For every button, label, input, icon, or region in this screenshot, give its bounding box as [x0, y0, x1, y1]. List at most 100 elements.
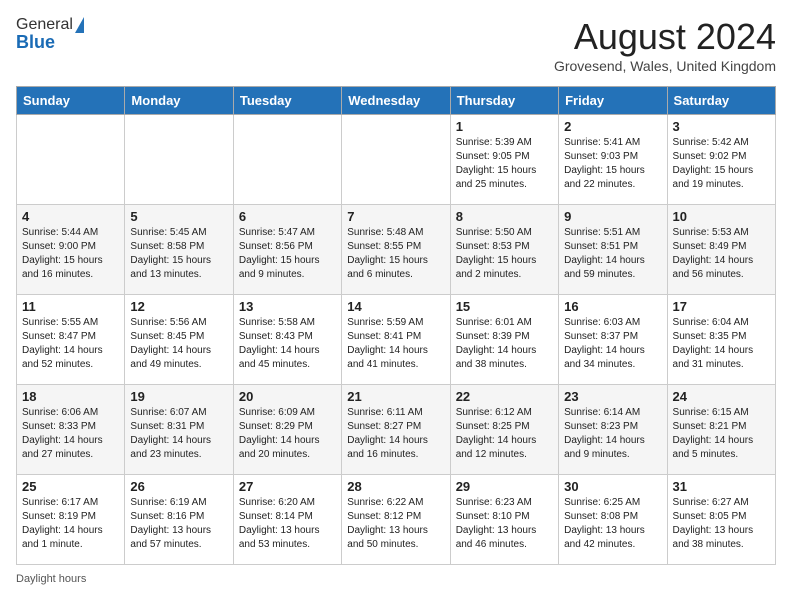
calendar-table: SundayMondayTuesdayWednesdayThursdayFrid… [16, 86, 776, 565]
day-info: Sunrise: 5:48 AM Sunset: 8:55 PM Dayligh… [347, 226, 444, 282]
day-number: 12 [130, 299, 227, 314]
calendar-week-5: 25 Sunrise: 6:17 AM Sunset: 8:19 PM Dayli… [17, 475, 776, 565]
weekday-header-sunday: Sunday [17, 87, 125, 115]
day-number: 24 [673, 389, 770, 404]
day-number: 11 [22, 299, 119, 314]
day-info: Sunrise: 5:59 AM Sunset: 8:41 PM Dayligh… [347, 316, 444, 372]
day-info: Sunrise: 5:55 AM Sunset: 8:47 PM Dayligh… [22, 316, 119, 372]
calendar-cell [233, 115, 341, 205]
weekday-header-monday: Monday [125, 87, 233, 115]
day-number: 22 [456, 389, 553, 404]
day-number: 21 [347, 389, 444, 404]
calendar-cell: 9 Sunrise: 5:51 AM Sunset: 8:51 PM Daylig… [559, 205, 667, 295]
day-number: 19 [130, 389, 227, 404]
day-number: 23 [564, 389, 661, 404]
day-info: Sunrise: 6:22 AM Sunset: 8:12 PM Dayligh… [347, 496, 444, 552]
day-info: Sunrise: 5:58 AM Sunset: 8:43 PM Dayligh… [239, 316, 336, 372]
calendar-cell: 2 Sunrise: 5:41 AM Sunset: 9:03 PM Daylig… [559, 115, 667, 205]
day-number: 2 [564, 119, 661, 134]
calendar-cell: 28 Sunrise: 6:22 AM Sunset: 8:12 PM Dayli… [342, 475, 450, 565]
calendar-cell [342, 115, 450, 205]
day-info: Sunrise: 5:44 AM Sunset: 9:00 PM Dayligh… [22, 226, 119, 282]
calendar-cell: 23 Sunrise: 6:14 AM Sunset: 8:23 PM Dayli… [559, 385, 667, 475]
weekday-header-thursday: Thursday [450, 87, 558, 115]
day-number: 31 [673, 479, 770, 494]
day-info: Sunrise: 5:51 AM Sunset: 8:51 PM Dayligh… [564, 226, 661, 282]
calendar-cell [125, 115, 233, 205]
weekday-header-row: SundayMondayTuesdayWednesdayThursdayFrid… [17, 87, 776, 115]
day-number: 15 [456, 299, 553, 314]
calendar-cell: 6Sunrise: 5:47 AM Sunset: 8:56 PM Daylig… [233, 205, 341, 295]
calendar-cell: 18 Sunrise: 6:06 AM Sunset: 8:33 PM Dayli… [17, 385, 125, 475]
day-number: 20 [239, 389, 336, 404]
calendar-cell: 26 Sunrise: 6:19 AM Sunset: 8:16 PM Dayli… [125, 475, 233, 565]
calendar-cell: 24Sunrise: 6:15 AM Sunset: 8:21 PM Dayli… [667, 385, 775, 475]
day-info: Sunrise: 6:03 AM Sunset: 8:37 PM Dayligh… [564, 316, 661, 372]
day-number: 29 [456, 479, 553, 494]
day-number: 14 [347, 299, 444, 314]
calendar-cell: 19 Sunrise: 6:07 AM Sunset: 8:31 PM Dayli… [125, 385, 233, 475]
day-info: Sunrise: 6:04 AM Sunset: 8:35 PM Dayligh… [673, 316, 770, 372]
day-info: Sunrise: 5:45 AM Sunset: 8:58 PM Dayligh… [130, 226, 227, 282]
day-info: Sunrise: 5:50 AM Sunset: 8:53 PM Dayligh… [456, 226, 553, 282]
day-info: Sunrise: 6:27 AM Sunset: 8:05 PM Dayligh… [673, 496, 770, 552]
day-number: 3 [673, 119, 770, 134]
calendar-cell: 10 Sunrise: 5:53 AM Sunset: 8:49 PM Dayli… [667, 205, 775, 295]
page-header: General Blue August 2024 Grovesend, Wale… [16, 16, 776, 74]
day-info: Sunrise: 6:25 AM Sunset: 8:08 PM Dayligh… [564, 496, 661, 552]
day-number: 8 [456, 209, 553, 224]
calendar-cell: 14 Sunrise: 5:59 AM Sunset: 8:41 PM Dayli… [342, 295, 450, 385]
logo-blue-text: Blue [16, 32, 55, 53]
calendar-cell: 13Sunrise: 5:58 AM Sunset: 8:43 PM Dayli… [233, 295, 341, 385]
day-info: Sunrise: 6:14 AM Sunset: 8:23 PM Dayligh… [564, 406, 661, 462]
day-number: 5 [130, 209, 227, 224]
calendar-cell: 15Sunrise: 6:01 AM Sunset: 8:39 PM Dayli… [450, 295, 558, 385]
month-title: August 2024 [554, 16, 776, 58]
day-info: Sunrise: 6:06 AM Sunset: 8:33 PM Dayligh… [22, 406, 119, 462]
title-block: August 2024 Grovesend, Wales, United Kin… [554, 16, 776, 74]
calendar-cell: 27Sunrise: 6:20 AM Sunset: 8:14 PM Dayli… [233, 475, 341, 565]
day-number: 28 [347, 479, 444, 494]
logo: General Blue [16, 16, 84, 53]
day-number: 9 [564, 209, 661, 224]
day-info: Sunrise: 5:39 AM Sunset: 9:05 PM Dayligh… [456, 136, 553, 192]
daylight-label: Daylight hours [16, 573, 86, 585]
day-number: 1 [456, 119, 553, 134]
day-info: Sunrise: 6:20 AM Sunset: 8:14 PM Dayligh… [239, 496, 336, 552]
calendar-cell: 21 Sunrise: 6:11 AM Sunset: 8:27 PM Dayli… [342, 385, 450, 475]
day-number: 17 [673, 299, 770, 314]
weekday-header-tuesday: Tuesday [233, 87, 341, 115]
weekday-header-saturday: Saturday [667, 87, 775, 115]
day-number: 26 [130, 479, 227, 494]
calendar-cell: 7 Sunrise: 5:48 AM Sunset: 8:55 PM Daylig… [342, 205, 450, 295]
day-info: Sunrise: 6:12 AM Sunset: 8:25 PM Dayligh… [456, 406, 553, 462]
day-info: Sunrise: 5:53 AM Sunset: 8:49 PM Dayligh… [673, 226, 770, 282]
calendar-week-3: 11 Sunrise: 5:55 AM Sunset: 8:47 PM Dayli… [17, 295, 776, 385]
calendar-cell: 1 Sunrise: 5:39 AM Sunset: 9:05 PM Daylig… [450, 115, 558, 205]
weekday-header-wednesday: Wednesday [342, 87, 450, 115]
calendar-cell: 4Sunrise: 5:44 AM Sunset: 9:00 PM Daylig… [17, 205, 125, 295]
day-info: Sunrise: 6:17 AM Sunset: 8:19 PM Dayligh… [22, 496, 119, 552]
footer: Daylight hours [16, 573, 776, 585]
day-number: 30 [564, 479, 661, 494]
day-info: Sunrise: 6:23 AM Sunset: 8:10 PM Dayligh… [456, 496, 553, 552]
day-info: Sunrise: 5:41 AM Sunset: 9:03 PM Dayligh… [564, 136, 661, 192]
day-info: Sunrise: 6:07 AM Sunset: 8:31 PM Dayligh… [130, 406, 227, 462]
day-number: 18 [22, 389, 119, 404]
calendar-cell [17, 115, 125, 205]
day-info: Sunrise: 6:19 AM Sunset: 8:16 PM Dayligh… [130, 496, 227, 552]
day-info: Sunrise: 6:11 AM Sunset: 8:27 PM Dayligh… [347, 406, 444, 462]
location-subtitle: Grovesend, Wales, United Kingdom [554, 58, 776, 74]
calendar-cell: 22 Sunrise: 6:12 AM Sunset: 8:25 PM Dayli… [450, 385, 558, 475]
day-number: 25 [22, 479, 119, 494]
day-number: 6 [239, 209, 336, 224]
calendar-week-2: 4Sunrise: 5:44 AM Sunset: 9:00 PM Daylig… [17, 205, 776, 295]
day-number: 10 [673, 209, 770, 224]
day-number: 7 [347, 209, 444, 224]
calendar-cell: 5 Sunrise: 5:45 AM Sunset: 8:58 PM Daylig… [125, 205, 233, 295]
calendar-cell: 17 Sunrise: 6:04 AM Sunset: 8:35 PM Dayli… [667, 295, 775, 385]
calendar-cell: 16Sunrise: 6:03 AM Sunset: 8:37 PM Dayli… [559, 295, 667, 385]
calendar-cell: 31 Sunrise: 6:27 AM Sunset: 8:05 PM Dayli… [667, 475, 775, 565]
weekday-header-friday: Friday [559, 87, 667, 115]
day-info: Sunrise: 5:56 AM Sunset: 8:45 PM Dayligh… [130, 316, 227, 372]
